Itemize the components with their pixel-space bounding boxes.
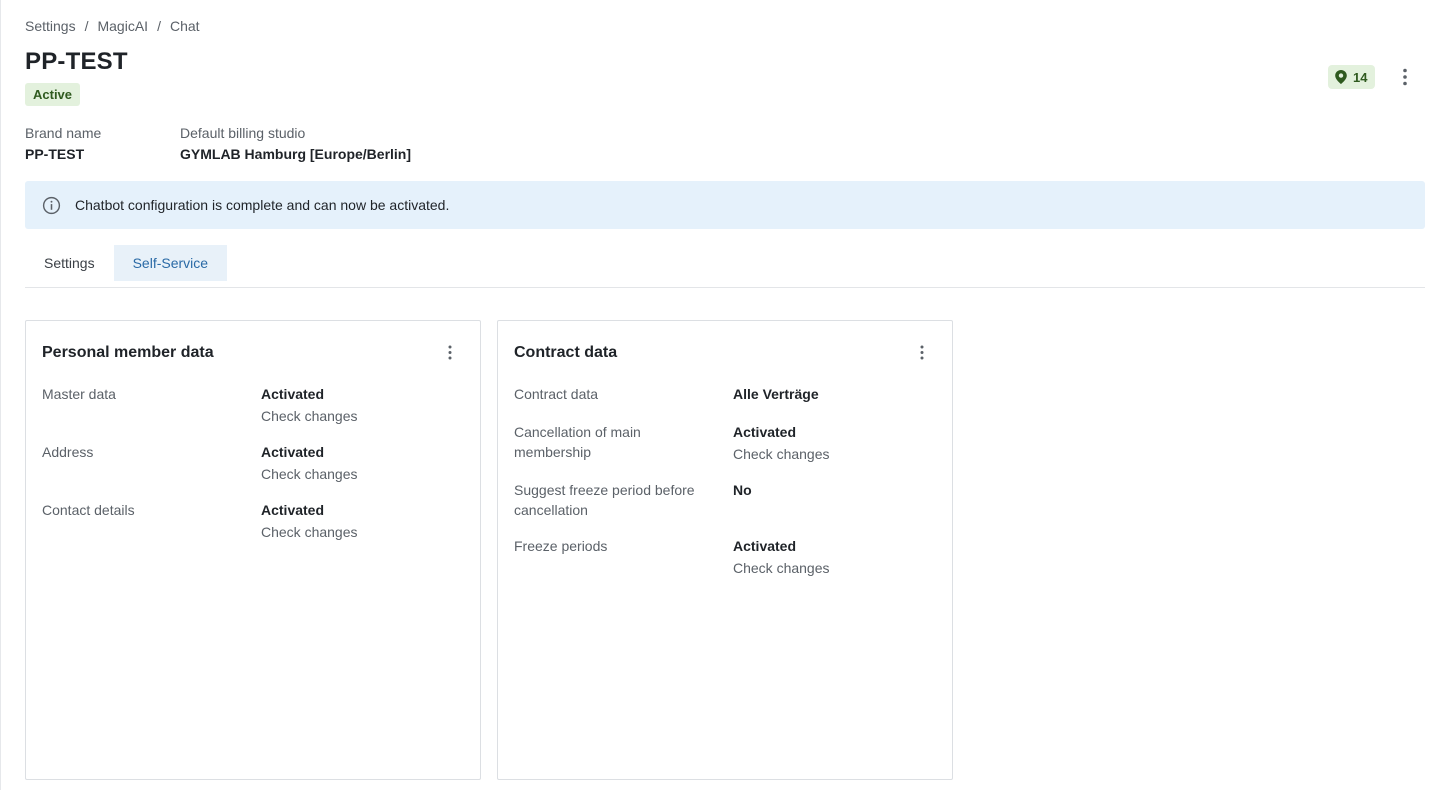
check-changes-link[interactable]: Check changes [733,444,830,464]
brand-name-label: Brand name [25,125,102,141]
card-more-button[interactable] [442,343,458,361]
row-value: Activated [261,502,325,518]
location-count: 14 [1353,69,1368,85]
tab-self-service[interactable]: Self-Service [113,245,228,281]
check-changes-link[interactable]: Check changes [261,522,358,542]
page-title: PP-TEST [25,48,128,75]
billing-studio-field: Default billing studio GYMLAB Hamburg [E… [180,125,411,162]
brand-name-value: PP-TEST [25,146,85,162]
row-label: Cancellation of main membership [514,424,641,460]
row-value: Alle Verträge [733,386,819,402]
card-more-button[interactable] [914,343,930,361]
more-vertical-icon [448,345,452,359]
row-value: Activated [733,424,797,440]
row-label: Contact details [42,502,135,518]
page-more-button[interactable] [1395,66,1415,88]
info-circle-icon [42,196,61,214]
check-changes-link[interactable]: Check changes [261,464,358,484]
billing-studio-label: Default billing studio [180,125,306,141]
contract-data-card: Contract data Contract data Alle Verträg… [497,320,953,780]
page: Settings / MagicAI / Chat PP-TEST Active… [0,0,1448,790]
billing-studio-value: GYMLAB Hamburg [Europe/Berlin] [180,146,412,162]
row-label: Contract data [514,386,599,402]
status-badge: Active [25,83,81,106]
tab-settings[interactable]: Settings [25,245,114,281]
location-count-badge[interactable]: 14 [1328,65,1376,89]
breadcrumb-magicai[interactable]: MagicAI [97,18,148,34]
row-label: Address [42,444,94,460]
breadcrumb-separator: / [157,18,161,34]
breadcrumb-chat: Chat [169,18,200,34]
personal-member-data-card: Personal member data Master data Activat… [25,320,481,780]
row-value: Activated [733,538,797,554]
info-banner-text: Chatbot configuration is complete and ca… [75,197,450,213]
card-title: Personal member data [42,344,214,361]
breadcrumb: Settings / MagicAI / Chat [25,18,200,34]
row-label: Freeze periods [514,538,608,554]
tab-bar: Settings Self-Service [25,245,1425,288]
left-divider [0,0,1,790]
card-title: Contract data [514,344,618,361]
brand-name-field: Brand name PP-TEST [25,125,101,162]
row-value: No [733,482,752,498]
more-vertical-icon [920,345,924,359]
more-vertical-icon [1403,68,1407,86]
info-banner: Chatbot configuration is complete and ca… [25,181,1425,229]
breadcrumb-settings[interactable]: Settings [25,18,76,34]
row-label: Master data [42,386,116,402]
row-value: Activated [261,386,325,402]
breadcrumb-separator: / [84,18,89,34]
map-pin-icon [1335,70,1347,84]
check-changes-link[interactable]: Check changes [733,558,830,578]
row-value: Activated [261,444,325,460]
check-changes-link[interactable]: Check changes [261,406,358,426]
row-label: Suggest freeze period before cancellatio… [514,482,695,518]
